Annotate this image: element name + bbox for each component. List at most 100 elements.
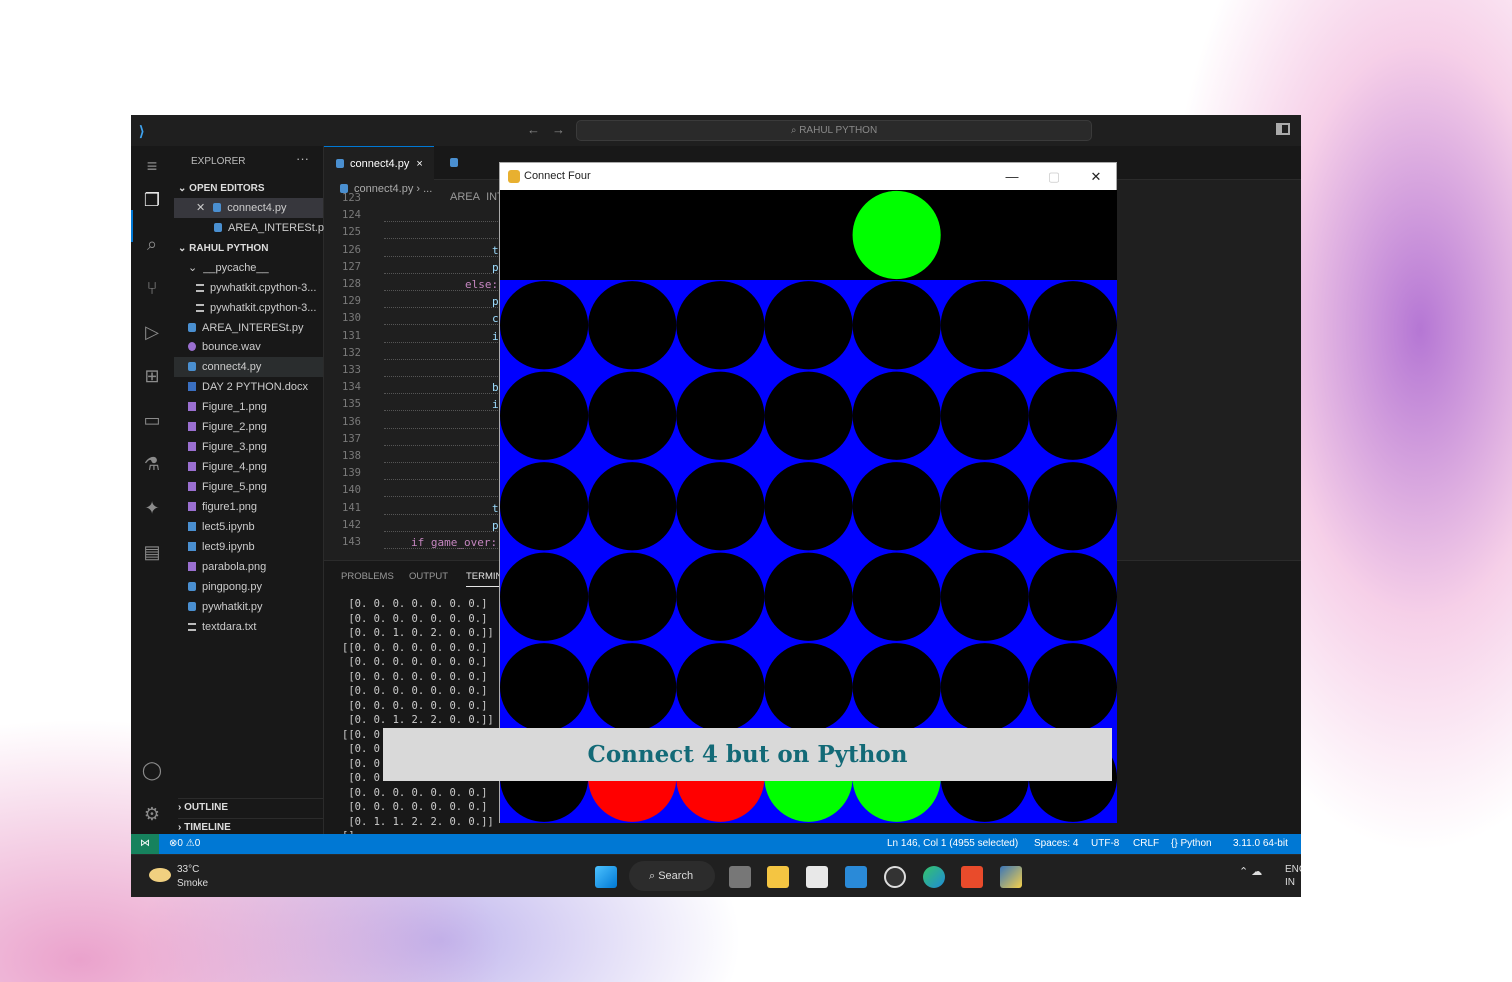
tray-overflow[interactable]: ⌃ ☁ bbox=[1239, 865, 1262, 878]
line-number: 141 bbox=[342, 501, 361, 514]
tree-item-file[interactable]: Figure_3.png bbox=[188, 437, 267, 457]
vscode-taskbar-icon[interactable] bbox=[845, 866, 867, 888]
language-mode[interactable]: {} Python bbox=[1171, 834, 1212, 854]
tree-item-file[interactable]: lect9.ipynb bbox=[188, 537, 255, 557]
timeline-label: TIMELINE bbox=[184, 822, 231, 833]
python-file-icon bbox=[188, 582, 196, 591]
python-file-icon bbox=[214, 223, 222, 232]
encoding[interactable]: UTF-8 bbox=[1091, 834, 1119, 854]
more-actions-icon[interactable]: ··· bbox=[296, 151, 309, 166]
run-debug-icon[interactable]: ▷ bbox=[140, 320, 164, 344]
tree-item-file[interactable]: connect4.py bbox=[188, 357, 261, 377]
empty-slot bbox=[940, 371, 1029, 460]
back-arrow-icon[interactable]: ← bbox=[527, 122, 552, 137]
tree-item-file[interactable]: AREA_INTERESt.py bbox=[188, 318, 303, 338]
search-icon[interactable]: ⌕ bbox=[140, 232, 164, 256]
timeline-header[interactable]: › TIMELINE bbox=[178, 818, 324, 833]
chevron-up-icon: ⌃ bbox=[1239, 866, 1249, 878]
open-editor-area-interest[interactable]: AREA_INTERESt.py bbox=[214, 218, 329, 238]
tab-terminal[interactable]: TERMIN bbox=[466, 571, 503, 587]
empty-slot bbox=[1028, 552, 1117, 641]
taskbar-search[interactable]: ⌕ Search bbox=[629, 861, 715, 891]
indent-guide bbox=[384, 462, 504, 463]
tree-item-file[interactable]: bounce.wav bbox=[188, 337, 261, 357]
tree-item-file[interactable]: Figure_1.png bbox=[188, 397, 267, 417]
tab-connect4[interactable]: connect4.py × bbox=[324, 146, 434, 180]
maximize-button[interactable]: ▢ bbox=[1034, 163, 1074, 190]
indentation[interactable]: Spaces: 4 bbox=[1034, 834, 1078, 854]
edge-browser-icon[interactable] bbox=[923, 866, 945, 888]
tree-item-file[interactable]: pywhatkit.py bbox=[188, 597, 263, 617]
close-icon[interactable]: ✕ bbox=[196, 202, 205, 214]
indent-guide bbox=[384, 272, 504, 274]
tree-item-file[interactable]: pingpong.py bbox=[188, 577, 262, 597]
empty-slot bbox=[1028, 371, 1117, 460]
tree-item-file[interactable]: Figure_2.png bbox=[188, 417, 267, 437]
tree-item-label: parabola.png bbox=[202, 561, 267, 573]
terminal-line: [0. 0. 0. 0. 0. 0. 0.] bbox=[342, 786, 488, 799]
python-icon[interactable]: ✦ bbox=[140, 496, 164, 520]
tree-item-file[interactable]: pywhatkit.cpython-3... bbox=[196, 298, 316, 318]
toggle-sidebar-icon[interactable] bbox=[1276, 123, 1290, 135]
task-view-icon[interactable] bbox=[729, 866, 751, 888]
indent-guide bbox=[384, 324, 504, 326]
line-ending[interactable]: CRLF bbox=[1133, 834, 1159, 854]
tree-item-file[interactable]: DAY 2 PYTHON.docx bbox=[188, 377, 308, 397]
testing-icon[interactable]: ⚗ bbox=[140, 452, 164, 476]
remote-explorer-icon[interactable]: ▭ bbox=[140, 408, 164, 432]
terminal-output[interactable]: [0. 0. 0. 0. 0. 0. 0.] [0. 0. 0. 0. 0. 0… bbox=[342, 597, 494, 844]
tree-item-file[interactable]: figure1.png bbox=[188, 497, 257, 517]
weather-widget[interactable]: 33°C Smoke bbox=[177, 863, 208, 891]
notebook-icon[interactable]: ▤ bbox=[140, 540, 164, 564]
tab-output[interactable]: OUTPUT bbox=[409, 571, 448, 582]
tree-item-file[interactable]: parabola.png bbox=[188, 557, 266, 577]
word-file-icon bbox=[188, 382, 196, 391]
start-windows-icon[interactable] bbox=[595, 866, 617, 888]
weather-cloud-icon[interactable] bbox=[149, 868, 171, 882]
python-app-icon[interactable] bbox=[1000, 866, 1022, 888]
folder-header[interactable]: ⌄ RAHUL PYTHON bbox=[178, 243, 268, 254]
remote-indicator-icon[interactable]: ⋈ bbox=[131, 834, 159, 854]
menu-icon[interactable]: ≡ bbox=[140, 154, 164, 178]
tree-item-pycache[interactable]: ⌄ __pycache__ bbox=[188, 258, 269, 278]
minimize-button[interactable]: — bbox=[992, 163, 1032, 190]
tree-item-file[interactable]: lect5.ipynb bbox=[188, 517, 255, 537]
line-number: 130 bbox=[342, 312, 361, 325]
extensions-icon[interactable]: ⊞ bbox=[140, 364, 164, 388]
problems-counter[interactable]: ⊗0 ⚠0 bbox=[169, 834, 200, 854]
python-file-icon bbox=[213, 203, 222, 212]
tree-item-file[interactable]: textdara.txt bbox=[188, 617, 256, 637]
dell-icon[interactable] bbox=[884, 866, 906, 888]
explorer-sidebar: EXPLORER ··· ⌄ OPEN EDITORS ✕ connect4.py… bbox=[174, 146, 329, 834]
tree-item-label: figure1.png bbox=[202, 501, 258, 513]
microsoft-store-icon[interactable] bbox=[806, 866, 828, 888]
open-editor-connect4[interactable]: ✕ connect4.py bbox=[196, 198, 287, 218]
empty-slot bbox=[940, 643, 1029, 732]
tree-item-file[interactable]: Figure_5.png bbox=[188, 477, 267, 497]
explorer-icon[interactable]: ❐ bbox=[140, 188, 164, 212]
account-icon[interactable]: ◯ bbox=[140, 758, 164, 782]
tab-problems[interactable]: PROBLEMS bbox=[341, 571, 394, 582]
empty-slot bbox=[852, 643, 941, 732]
close-button[interactable]: ✕ bbox=[1076, 163, 1116, 190]
tree-item-file[interactable]: Figure_4.png bbox=[188, 457, 267, 477]
open-editors-header[interactable]: ⌄ OPEN EDITORS bbox=[178, 183, 265, 194]
python-interpreter[interactable]: 3.11.0 64-bit bbox=[1233, 834, 1288, 854]
tree-item-file[interactable]: pywhatkit.cpython-3... bbox=[196, 278, 316, 298]
empty-slot bbox=[676, 281, 765, 370]
empty-slot bbox=[500, 643, 589, 732]
source-control-icon[interactable]: ⑂ bbox=[140, 276, 164, 300]
cursor-position[interactable]: Ln 146, Col 1 (4955 selected) bbox=[887, 834, 1018, 854]
language-indicator[interactable]: ENG IN bbox=[1285, 863, 1301, 889]
file-explorer-icon[interactable] bbox=[767, 866, 789, 888]
command-center[interactable]: ⌕ RAHUL PYTHON bbox=[576, 120, 1092, 141]
indent-guide bbox=[384, 427, 504, 429]
settings-gear-icon[interactable]: ⚙ bbox=[140, 802, 164, 826]
indent-guide bbox=[384, 238, 504, 240]
empty-slot bbox=[676, 462, 765, 551]
close-icon[interactable]: × bbox=[416, 158, 422, 170]
tree-item-label: AREA_INTERESt.py bbox=[202, 322, 304, 334]
forward-arrow-icon[interactable]: → bbox=[552, 122, 577, 137]
outline-header[interactable]: › OUTLINE bbox=[178, 798, 324, 813]
brave-browser-icon[interactable] bbox=[961, 866, 983, 888]
